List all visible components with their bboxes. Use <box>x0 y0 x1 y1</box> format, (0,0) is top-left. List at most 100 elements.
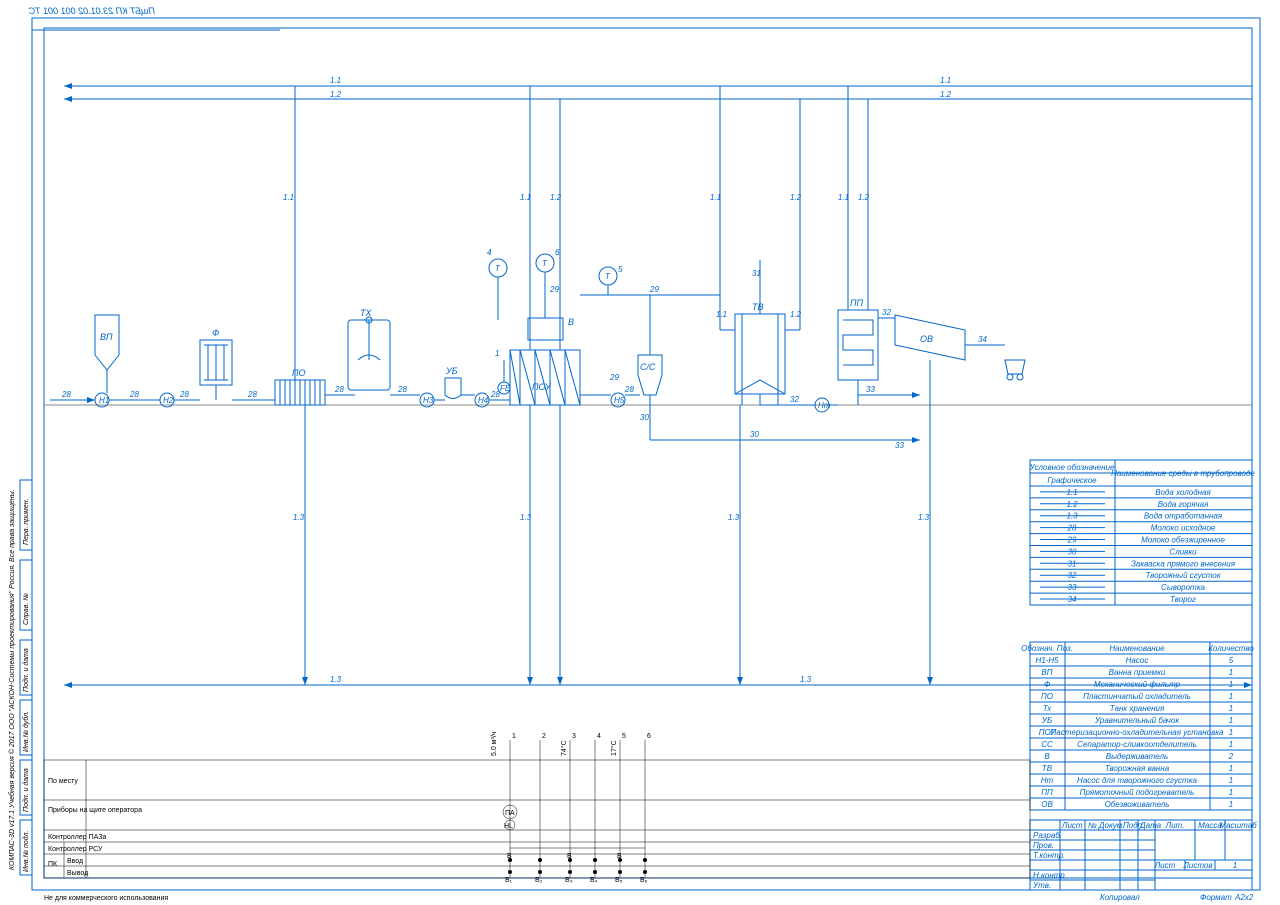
svg-text:B₅: B₅ <box>615 877 623 884</box>
drawing-sheet: ПщБТ КП 23.01.02 001 001 ТС 1.1 1.2 1.1 … <box>0 0 1280 905</box>
svg-text:34: 34 <box>978 335 987 344</box>
svg-text:ПП: ПП <box>850 298 864 308</box>
svg-text:34: 34 <box>1068 595 1077 604</box>
svg-text:С/С: С/С <box>640 362 656 372</box>
svg-text:Молоко обезжиренное: Молоко обезжиренное <box>1141 536 1225 545</box>
svg-text:1.3: 1.3 <box>330 675 342 684</box>
equip-rows: Н1-Н5Насос5ВПВанна приемки1ФМеханический… <box>1030 656 1252 810</box>
svg-text:Наименование: Наименование <box>1109 644 1165 653</box>
svg-text:Подп. и дата: Подп. и дата <box>22 648 30 692</box>
svg-text:5: 5 <box>1229 656 1234 665</box>
svg-text:28: 28 <box>624 385 634 394</box>
svg-text:6: 6 <box>647 733 651 740</box>
svg-text:Уравнительный бачок: Уравнительный бачок <box>1094 716 1180 725</box>
svg-text:ОВ: ОВ <box>920 334 933 344</box>
svg-text:Перв. примен.: Перв. примен. <box>23 498 30 545</box>
svg-text:1.2: 1.2 <box>1066 500 1078 509</box>
svg-text:Н2: Н2 <box>163 396 174 405</box>
svg-text:ОВ: ОВ <box>1041 800 1053 809</box>
svg-text:Пров.: Пров. <box>1033 841 1054 850</box>
svg-text:30: 30 <box>750 430 759 439</box>
svg-text:28: 28 <box>179 390 189 399</box>
equipment-filter: Ф 28 <box>200 328 275 400</box>
svg-text:Тх: Тх <box>1043 704 1053 713</box>
svg-text:1.3: 1.3 <box>918 513 930 522</box>
svg-text:31: 31 <box>1068 559 1077 568</box>
drawing-number-mirror: ПщБТ КП 23.01.02 001 001 ТС <box>28 6 155 16</box>
svg-text:Нт: Нт <box>1041 776 1054 785</box>
svg-text:T: T <box>605 272 611 281</box>
svg-text:Лист: Лист <box>1154 861 1176 870</box>
svg-text:33: 33 <box>1068 583 1077 592</box>
svg-text:Н5: Н5 <box>614 396 625 405</box>
svg-text:Вода отработанная: Вода отработанная <box>1144 512 1223 521</box>
svg-text:Графическое: Графическое <box>1047 476 1097 485</box>
svg-text:Контроллер ПАЗа: Контроллер ПАЗа <box>48 834 106 841</box>
svg-text:74°C: 74°C <box>560 740 568 756</box>
svg-text:УБ: УБ <box>445 366 458 376</box>
svg-text:Пастеризационно-охладительная: Пастеризационно-охладительная установка <box>1050 728 1224 737</box>
svg-text:ПО: ПО <box>292 368 306 378</box>
svg-text:1: 1 <box>1229 668 1233 677</box>
equipment-po: ПО 1.1 1.3 28 <box>275 86 355 685</box>
svg-text:1.2: 1.2 <box>790 193 802 202</box>
svg-text:4: 4 <box>597 733 601 740</box>
equipment-pou: ПОУ 1.1 1.2 1.3 <box>510 86 580 685</box>
svg-text:Инв.№ подл.: Инв.№ подл. <box>22 830 30 872</box>
svg-text:Ф: Ф <box>212 328 219 338</box>
svg-text:По месту: По месту <box>48 778 78 785</box>
equipment-ov: ОВ 34 1.3 <box>895 315 1025 685</box>
svg-text:Творожный сгусток: Творожный сгусток <box>1145 571 1221 580</box>
svg-text:HL: HL <box>504 823 513 830</box>
svg-text:32: 32 <box>790 395 799 404</box>
svg-text:B₃: B₃ <box>565 877 573 884</box>
svg-text:28: 28 <box>397 385 407 394</box>
svg-text:Ввод: Ввод <box>67 858 83 865</box>
svg-text:ТВ: ТВ <box>1042 764 1053 773</box>
svg-text:1: 1 <box>1229 716 1233 725</box>
svg-text:ПА: ПА <box>505 810 515 817</box>
svg-text:B₁: B₁ <box>505 877 513 884</box>
footer-note: Не для коммерческого использования <box>44 895 168 902</box>
svg-text:Н4: Н4 <box>478 396 489 405</box>
svg-text:28: 28 <box>334 385 344 394</box>
svg-text:1.2: 1.2 <box>550 193 562 202</box>
svg-text:1.1: 1.1 <box>520 193 531 202</box>
svg-text:30: 30 <box>640 413 649 422</box>
svg-text:5: 5 <box>622 733 626 740</box>
svg-text:33: 33 <box>895 441 904 450</box>
svg-text:Механический фильтр: Механический фильтр <box>1094 680 1181 689</box>
svg-text:Утв.: Утв. <box>1032 881 1051 890</box>
svg-text:Условное обозначение: Условное обозначение <box>1029 463 1115 472</box>
svg-text:B₆: B₆ <box>640 877 648 884</box>
svg-text:Творог: Творог <box>1170 595 1196 604</box>
svg-text:Вода горячая: Вода горячая <box>1158 500 1209 509</box>
svg-text:Лист: Лист <box>1061 821 1083 830</box>
svg-text:Сепаратор-сливкоотделитель: Сепаратор-сливкоотделитель <box>1077 740 1197 749</box>
svg-text:1.1: 1.1 <box>330 76 341 85</box>
svg-text:Н1-Н5: Н1-Н5 <box>1035 656 1059 665</box>
equipment-table: Обознач. Поз. Наименование Количество Н1… <box>1021 642 1254 810</box>
svg-text:1.1: 1.1 <box>716 310 727 319</box>
svg-text:1: 1 <box>1229 704 1233 713</box>
svg-text:Вывод: Вывод <box>67 870 88 877</box>
pipe-legend-table: Условное обозначение Графическое Наимено… <box>1029 460 1256 605</box>
svg-text:В: В <box>568 317 574 327</box>
equipment-ub: УБ <box>434 366 475 400</box>
svg-text:B₄: B₄ <box>590 877 598 884</box>
frame-outer <box>32 18 1260 890</box>
svg-text:29: 29 <box>549 285 559 294</box>
svg-text:Копировал: Копировал <box>1100 893 1140 902</box>
svg-text:33: 33 <box>866 385 875 394</box>
svg-text:Наименование среды в трубопров: Наименование среды в трубопроводе <box>1111 469 1255 478</box>
svg-text:1.1: 1.1 <box>1066 488 1077 497</box>
svg-text:Приборы на щите оператора: Приборы на щите оператора <box>48 806 142 814</box>
svg-text:1.1: 1.1 <box>838 193 849 202</box>
svg-text:В: В <box>1044 752 1050 761</box>
svg-text:Н3: Н3 <box>423 396 434 405</box>
svg-text:3: 3 <box>572 733 576 740</box>
svg-text:1.2: 1.2 <box>858 193 870 202</box>
svg-text:1: 1 <box>1229 728 1233 737</box>
svg-text:1.1: 1.1 <box>710 193 721 202</box>
svg-text:Контроллер РСУ: Контроллер РСУ <box>48 846 103 853</box>
